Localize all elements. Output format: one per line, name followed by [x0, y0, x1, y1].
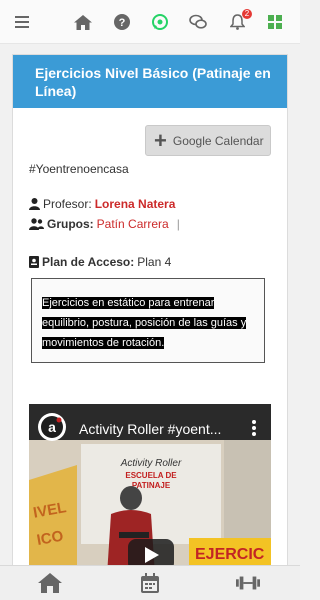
plus-icon: + — [154, 127, 167, 153]
card-title: Ejercicios Nivel Básico (Patinaje en Lín… — [13, 55, 287, 108]
google-calendar-label: Google Calendar — [172, 133, 264, 148]
profesor-label: Profesor: — [43, 197, 92, 211]
profesor-name[interactable]: Lorena Natera — [95, 197, 176, 211]
grid-icon[interactable] — [265, 12, 285, 32]
profesor-row: Profesor: Lorena Natera — [29, 197, 175, 211]
video-banner-text-1: Activity Roller — [120, 458, 182, 469]
grupos-label: Grupos: — [47, 217, 94, 231]
more-options-icon[interactable] — [251, 419, 257, 437]
grupos-value[interactable]: Patín Carrera — [97, 217, 169, 231]
video-thumbnail: IVEL ICO Activity Roller ESCUELA DE PATI… — [29, 440, 271, 573]
home-icon[interactable] — [73, 12, 93, 32]
whatsapp-icon[interactable] — [150, 12, 170, 32]
plan-value: Plan 4 — [137, 255, 172, 269]
users-icon — [29, 218, 44, 230]
description-text: Ejercicios en estático para entrenar equ… — [42, 297, 247, 349]
user-icon — [29, 198, 40, 210]
video-title[interactable]: Activity Roller #yoent... — [79, 421, 221, 437]
id-card-icon — [29, 256, 39, 268]
dumbbell-icon[interactable] — [236, 572, 260, 594]
menu-icon[interactable] — [12, 12, 32, 32]
exercise-card: Ejercicios Nivel Básico (Patinaje en Lín… — [12, 54, 288, 574]
video-overlay-text: EJERCIC — [195, 546, 265, 563]
description-box: Ejercicios en estático para entrenar equ… — [31, 278, 265, 363]
plan-label: Plan de Acceso: — [42, 255, 135, 269]
channel-avatar-icon[interactable]: a — [37, 412, 67, 442]
plan-row: Plan de Acceso: Plan 4 — [29, 255, 171, 269]
hashtag-text: #Yoentrenoencasa — [29, 162, 129, 176]
top-nav-bar: ? 2 — [0, 0, 300, 44]
svg-text:?: ? — [119, 17, 126, 29]
svg-text:a: a — [48, 419, 56, 435]
grupos-separator: | — [176, 217, 180, 231]
chat-icon[interactable] — [188, 12, 208, 32]
bell-icon[interactable]: 2 — [227, 9, 252, 32]
calendar-icon[interactable] — [138, 572, 162, 594]
video-player[interactable]: IVEL ICO Activity Roller ESCUELA DE PATI… — [29, 404, 271, 573]
grupos-row: Grupos: Patín Carrera | — [29, 217, 180, 231]
bottom-nav-bar — [0, 565, 300, 600]
home-icon[interactable] — [38, 572, 62, 594]
video-banner-text-2: ESCUELA DE — [125, 471, 177, 480]
help-icon[interactable]: ? — [112, 12, 132, 32]
notification-badge: 2 — [242, 9, 252, 19]
google-calendar-button[interactable]: + Google Calendar — [145, 125, 271, 156]
